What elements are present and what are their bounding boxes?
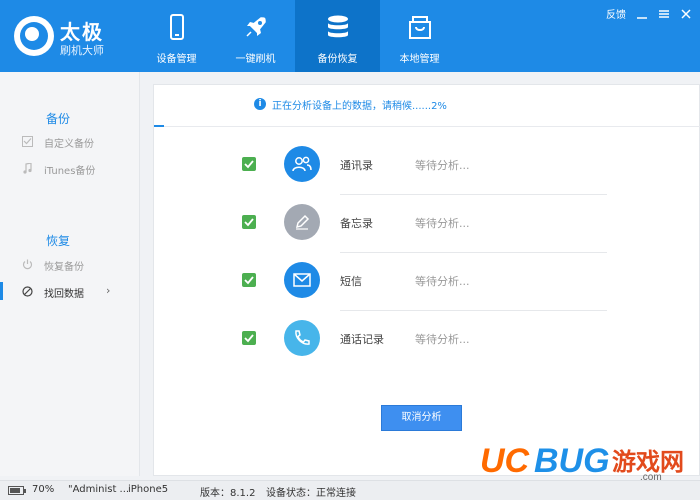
- feedback-link[interactable]: 反馈: [606, 6, 626, 21]
- call-log-label: 通话记录: [340, 333, 384, 346]
- app-title: 太极: [60, 20, 104, 44]
- sidebar-restore-title: 恢复: [46, 234, 71, 248]
- sidebar-item-label: iTunes备份: [44, 166, 96, 177]
- call-log-checkbox[interactable]: [242, 331, 256, 345]
- sidebar-item-label: 自定义备份: [44, 139, 94, 150]
- app-header: 太极 刷机大师 设备管理 一键刷机 备份恢复 本地管理 反馈: [0, 0, 700, 72]
- svg-text:.com: .com: [640, 472, 662, 480]
- battery-level: 70%: [32, 484, 55, 495]
- phone-handset-icon: [284, 320, 320, 356]
- contacts-label: 通讯录: [340, 159, 373, 172]
- progress-indicator: [154, 125, 164, 127]
- phone-icon: [169, 14, 184, 40]
- contacts-icon: [284, 146, 320, 182]
- sms-label: 短信: [340, 275, 362, 288]
- main-nav: 设备管理 一键刷机 备份恢复 本地管理: [137, 0, 459, 72]
- no-entry-icon: [22, 286, 33, 297]
- nav-backup-restore[interactable]: 备份恢复: [295, 0, 380, 72]
- sidebar-item-label: 恢复备份: [44, 262, 84, 273]
- call-log-state: 等待分析...: [415, 333, 470, 346]
- menu-icon[interactable]: [658, 8, 670, 20]
- sidebar: 备份 自定义备份 iTunes备份 恢复 恢复备份 找回数据 ›: [0, 72, 140, 476]
- envelope-icon: [284, 262, 320, 298]
- analysis-status-bar: i 正在分析设备上的数据，请稍候......2%: [154, 85, 700, 127]
- list-item-memos: 备忘录 等待分析...: [154, 195, 700, 253]
- box-icon: [408, 16, 431, 39]
- sidebar-item-custom-backup[interactable]: 自定义备份: [0, 132, 140, 152]
- list-item-sms: 短信 等待分析...: [154, 253, 700, 311]
- device-user: "Administ ...: [68, 484, 130, 495]
- sidebar-item-itunes-backup[interactable]: iTunes备份: [0, 159, 140, 179]
- main-panel: i 正在分析设备上的数据，请稍候......2% 通讯录 等待分析... 备忘录…: [153, 84, 700, 476]
- sms-checkbox[interactable]: [242, 273, 256, 287]
- close-icon[interactable]: [680, 8, 692, 20]
- taiji-logo-icon: [14, 16, 54, 56]
- device-status: 设备状态：正常连接: [266, 488, 356, 499]
- svg-text:BUG: BUG: [534, 442, 610, 480]
- sms-state: 等待分析...: [415, 275, 470, 288]
- music-note-icon: [23, 163, 32, 174]
- contacts-state: 等待分析...: [415, 159, 470, 172]
- svg-text:UC: UC: [480, 442, 530, 480]
- list-item-call-log: 通话记录 等待分析...: [154, 311, 700, 369]
- checkmark-icon: [244, 160, 254, 169]
- status-footer: 70% "Administ ... iPhone5 版本：8.1.2 设备状态：…: [0, 480, 700, 500]
- checkmark-icon: [244, 276, 254, 285]
- sidebar-backup-title: 备份: [46, 112, 71, 126]
- checkmark-icon: [244, 334, 254, 343]
- power-icon: [22, 259, 33, 270]
- nav-one-click-flash[interactable]: 一键刷机: [216, 0, 295, 72]
- info-icon: i: [254, 98, 266, 110]
- memos-checkbox[interactable]: [242, 215, 256, 229]
- cancel-analysis-button[interactable]: 取消分析: [381, 405, 462, 431]
- sidebar-item-restore-backup[interactable]: 恢复备份: [0, 255, 140, 275]
- app-subtitle: 刷机大师: [60, 44, 104, 57]
- nav-label: 设备管理: [156, 54, 197, 65]
- sidebar-item-recover-data[interactable]: 找回数据 ›: [0, 282, 140, 302]
- firmware-version: 版本：8.1.2: [200, 488, 256, 499]
- contacts-checkbox[interactable]: [242, 157, 256, 171]
- nav-device-manage[interactable]: 设备管理: [137, 0, 216, 72]
- rocket-icon: [245, 17, 266, 37]
- pencil-icon: [284, 204, 320, 240]
- nav-local-manage[interactable]: 本地管理: [380, 0, 459, 72]
- memos-label: 备忘录: [340, 217, 373, 230]
- minimize-icon[interactable]: [636, 8, 648, 20]
- list-item-contacts: 通讯录 等待分析...: [154, 137, 700, 195]
- battery-icon: [8, 486, 26, 495]
- chevron-right-icon: ›: [106, 284, 111, 297]
- nav-label: 一键刷机: [235, 54, 276, 65]
- nav-label: 本地管理: [399, 54, 440, 65]
- sidebar-item-label: 找回数据: [44, 289, 84, 300]
- device-model: iPhone5: [128, 484, 169, 495]
- window-controls: 反馈: [606, 6, 692, 21]
- memos-state: 等待分析...: [415, 217, 470, 230]
- app-logo: 太极 刷机大师: [14, 12, 134, 60]
- ucbug-watermark-logo: UC BUG 游戏网 .com: [480, 442, 684, 480]
- checkmark-icon: [244, 218, 254, 227]
- database-icon: [327, 15, 348, 38]
- analysis-status-text: 正在分析设备上的数据，请稍候......2%: [272, 101, 447, 112]
- nav-label: 备份恢复: [317, 54, 358, 65]
- checklist-icon: [22, 136, 33, 147]
